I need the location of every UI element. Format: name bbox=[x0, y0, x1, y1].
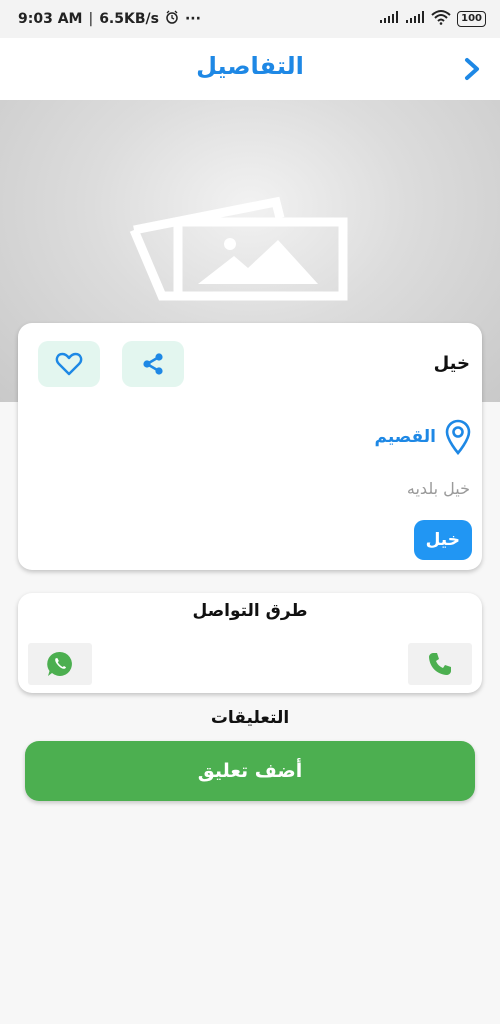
signal-icon-2 bbox=[405, 10, 425, 28]
heart-icon bbox=[55, 352, 83, 376]
location-pin-icon bbox=[445, 419, 471, 455]
share-icon bbox=[143, 353, 163, 375]
whatsapp-button[interactable] bbox=[28, 643, 92, 685]
status-time: 9:03 AM bbox=[18, 11, 83, 27]
add-comment-button[interactable]: أضف تعليق bbox=[25, 741, 475, 801]
chevron-right-icon bbox=[465, 58, 479, 80]
image-placeholder-icon bbox=[129, 196, 348, 301]
location-text: القصيم bbox=[374, 427, 436, 447]
category-chip[interactable]: خيل bbox=[413, 520, 472, 560]
location-row: القصيم bbox=[375, 419, 472, 455]
status-bar: 9:03 AM | 6.5KB/s ··· 100 bbox=[0, 0, 500, 38]
alarm-icon bbox=[165, 10, 179, 28]
status-left: 9:03 AM | 6.5KB/s ··· bbox=[18, 10, 201, 28]
status-speed: 6.5KB/s bbox=[99, 11, 159, 27]
wifi-icon bbox=[431, 9, 451, 29]
back-button[interactable] bbox=[458, 54, 486, 84]
item-title: خيل bbox=[433, 353, 470, 374]
share-button[interactable] bbox=[122, 341, 184, 387]
comments-title: التعليقات bbox=[210, 708, 290, 728]
status-more-dots: ··· bbox=[184, 11, 201, 27]
status-right: 100 bbox=[379, 9, 486, 29]
phone-icon bbox=[429, 653, 451, 675]
whatsapp-icon bbox=[47, 651, 72, 676]
contact-title: طرق التواصل bbox=[192, 601, 308, 621]
page-title: التفاصيل bbox=[196, 52, 304, 80]
status-divider: | bbox=[88, 11, 94, 27]
app-header: التفاصيل bbox=[0, 38, 500, 100]
signal-icon bbox=[379, 10, 399, 28]
municipality-text: خيل بلديه bbox=[406, 479, 470, 498]
favorite-button[interactable] bbox=[38, 341, 100, 387]
detail-card: خيل القصيم خيل بلديه خيل bbox=[18, 323, 482, 570]
contact-card: طرق التواصل bbox=[18, 593, 482, 693]
phone-button[interactable] bbox=[408, 643, 472, 685]
battery-icon: 100 bbox=[457, 11, 486, 27]
